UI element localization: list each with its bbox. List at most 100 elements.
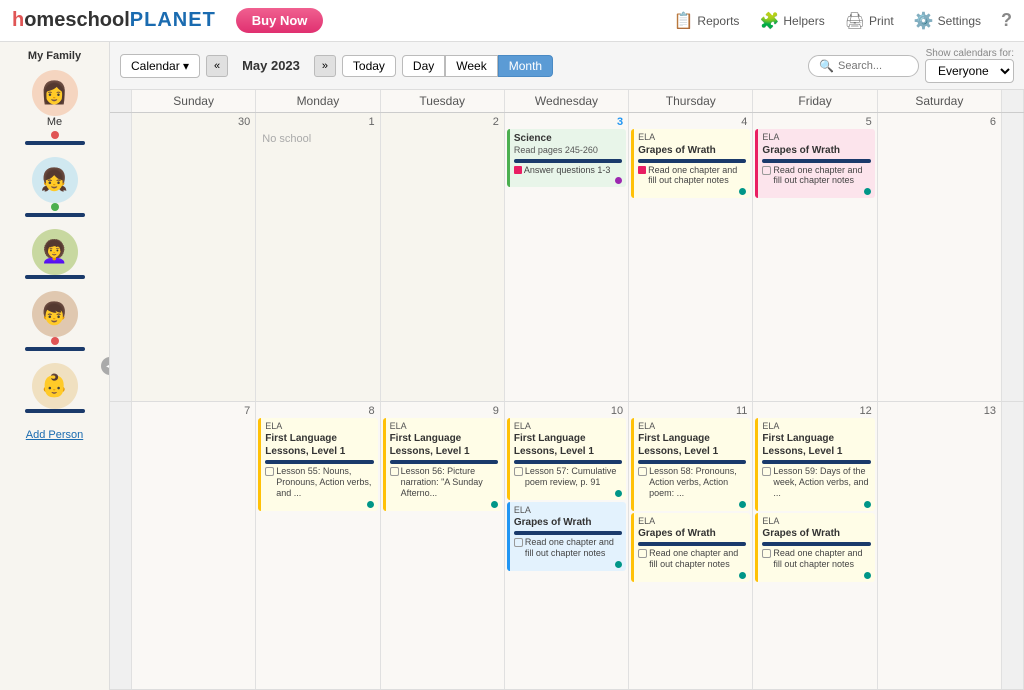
- event-fll-may12[interactable]: ELA First Language Lessons, Level 1 Less…: [755, 418, 874, 511]
- calendar-dropdown[interactable]: Calendar ▾: [120, 54, 200, 78]
- header-sunday: Sunday: [132, 90, 256, 112]
- cal-cell-may7[interactable]: 7: [132, 402, 256, 690]
- day-num-may4: 4: [631, 115, 750, 129]
- event-checkbox-gow-may10[interactable]: [514, 538, 523, 547]
- event-fll-may9[interactable]: ELA First Language Lessons, Level 1 Less…: [383, 418, 502, 511]
- cal-cell-may9[interactable]: 9 ELA First Language Lessons, Level 1 Le…: [381, 402, 505, 690]
- family-member-4[interactable]: 👦: [6, 291, 103, 355]
- member-dot-4: [51, 337, 59, 345]
- header: homeschoolPLANET Buy Now 📋 Reports 🧩 Hel…: [0, 0, 1024, 42]
- avatar-3: 👩‍🦱: [32, 229, 78, 275]
- event-subject-fll-may10: ELA: [514, 421, 622, 433]
- member-bar-3: [25, 275, 85, 279]
- main-layout: ◀ My Family 👩 Me 👧 👩‍🦱 👦 👶: [0, 42, 1024, 690]
- header-thursday: Thursday: [629, 90, 753, 112]
- event-task-text-fll-may10: Lesson 57: Cumulative poem review, p. 91: [525, 466, 622, 488]
- event-task-text-fll-may8: Lesson 55: Nouns, Pronouns, Action verbs…: [276, 466, 373, 498]
- event-dot-may4: [739, 188, 746, 195]
- event-checkbox-fll-may10[interactable]: [514, 467, 523, 476]
- reports-label: Reports: [697, 14, 739, 28]
- everyone-select[interactable]: Everyone: [925, 59, 1014, 83]
- show-calendars-label: Show calendars for:: [926, 48, 1014, 59]
- event-checkbox-may5[interactable]: [762, 166, 771, 175]
- event-checkbox-fll-may9[interactable]: [390, 467, 399, 476]
- family-member-2[interactable]: 👧: [6, 157, 103, 221]
- event-fll-may10[interactable]: ELA First Language Lessons, Level 1 Less…: [507, 418, 626, 500]
- event-science-may3[interactable]: Science Read pages 245-260 Answer questi…: [507, 129, 626, 187]
- search-box[interactable]: 🔍: [808, 55, 919, 77]
- event-gow-may10[interactable]: ELA Grapes of Wrath Read one chapter and…: [507, 502, 626, 571]
- cal-cell-may12[interactable]: 12 ELA First Language Lessons, Level 1 L…: [753, 402, 877, 690]
- cal-cell-may1[interactable]: 1 No school: [256, 113, 380, 401]
- event-checkbox-fll-may11[interactable]: [638, 467, 647, 476]
- family-member-3[interactable]: 👩‍🦱: [6, 229, 103, 283]
- event-ela-may4[interactable]: ELA Grapes of Wrath Read one chapter and…: [631, 129, 750, 198]
- event-task-text-fll-may11: Lesson 58: Pronouns, Action verbs, Actio…: [649, 466, 746, 498]
- family-member-me[interactable]: 👩 Me: [6, 70, 103, 149]
- day-num-may2: 2: [383, 115, 502, 129]
- event-gow-may11[interactable]: ELA Grapes of Wrath Read one chapter and…: [631, 513, 750, 582]
- helpers-nav[interactable]: 🧩 Helpers: [759, 11, 824, 31]
- settings-label: Settings: [938, 14, 981, 28]
- buy-now-button[interactable]: Buy Now: [236, 8, 324, 33]
- event-checkbox-gow-may11[interactable]: [638, 549, 647, 558]
- corner-right-2: [1002, 402, 1024, 690]
- reports-nav[interactable]: 📋 Reports: [673, 11, 739, 31]
- member-dot-me: [51, 131, 59, 139]
- prev-button[interactable]: «: [206, 55, 228, 77]
- settings-nav[interactable]: ⚙️ Settings: [914, 11, 981, 31]
- week-num-1: [110, 113, 132, 401]
- event-bar-fll-may8: [265, 460, 373, 464]
- cal-cell-may4[interactable]: 4 ELA Grapes of Wrath Read one chapter a…: [629, 113, 753, 401]
- event-dot-fll-may12: [864, 501, 871, 508]
- event-checkbox-fll-may12[interactable]: [762, 467, 771, 476]
- no-school-label: No school: [258, 129, 377, 149]
- event-subject-fll-may9: ELA: [390, 421, 498, 433]
- header-monday: Monday: [256, 90, 380, 112]
- cal-row-2: 7 8 ELA First Language Lessons, Level 1 …: [110, 402, 1024, 690]
- cal-cell-may10[interactable]: 10 ELA First Language Lessons, Level 1 L…: [505, 402, 629, 690]
- print-nav[interactable]: 🖨 Print: [845, 11, 894, 31]
- event-task-text-gow-may10: Read one chapter and fill out chapter no…: [525, 537, 622, 559]
- day-view-button[interactable]: Day: [402, 55, 445, 77]
- help-button[interactable]: ?: [1001, 10, 1012, 31]
- event-task-text-may5: Read one chapter and fill out chapter no…: [773, 165, 870, 187]
- event-checkbox-gow-may12[interactable]: [762, 549, 771, 558]
- cal-cell-may13[interactable]: 13: [878, 402, 1002, 690]
- day-headers: Sunday Monday Tuesday Wednesday Thursday…: [110, 90, 1024, 113]
- cal-cell-may3[interactable]: 3 Science Read pages 245-260 Answer ques…: [505, 113, 629, 401]
- month-view-button[interactable]: Month: [498, 55, 553, 77]
- cal-cell-may6[interactable]: 6: [878, 113, 1002, 401]
- event-task-fll-may10: Lesson 57: Cumulative poem review, p. 91: [514, 466, 622, 488]
- event-ela-may5[interactable]: ELA Grapes of Wrath Read one chapter and…: [755, 129, 874, 198]
- cal-cell-may8[interactable]: 8 ELA First Language Lessons, Level 1 Le…: [256, 402, 380, 690]
- cal-cell-apr30[interactable]: 30: [132, 113, 256, 401]
- logo: homeschoolPLANET: [12, 9, 216, 32]
- week-view-button[interactable]: Week: [445, 55, 497, 77]
- event-title-gow-may12: Grapes of Wrath: [762, 527, 870, 540]
- next-button[interactable]: »: [314, 55, 336, 77]
- header-saturday: Saturday: [878, 90, 1002, 112]
- event-dot-fll-may9: [491, 501, 498, 508]
- search-input[interactable]: [838, 60, 908, 72]
- event-gow-may12[interactable]: ELA Grapes of Wrath Read one chapter and…: [755, 513, 874, 582]
- cal-cell-may11[interactable]: 11 ELA First Language Lessons, Level 1 L…: [629, 402, 753, 690]
- day-num-may8: 8: [258, 404, 377, 418]
- today-button[interactable]: Today: [342, 55, 396, 77]
- event-fll-may11[interactable]: ELA First Language Lessons, Level 1 Less…: [631, 418, 750, 511]
- helpers-icon: 🧩: [759, 11, 779, 31]
- event-bar-may5: [762, 159, 870, 163]
- event-checkbox-fll-may8[interactable]: [265, 467, 274, 476]
- event-subject-fll-may12: ELA: [762, 421, 870, 433]
- logo-planet: PLANET: [130, 9, 216, 32]
- cal-cell-may5[interactable]: 5 ELA Grapes of Wrath Read one chapter a…: [753, 113, 877, 401]
- family-member-5[interactable]: 👶: [6, 363, 103, 417]
- avatar-4: 👦: [32, 291, 78, 337]
- day-num-may12: 12: [755, 404, 874, 418]
- event-footer-science: [514, 175, 622, 184]
- event-fll-may8[interactable]: ELA First Language Lessons, Level 1 Less…: [258, 418, 377, 511]
- week-num-2: [110, 402, 132, 690]
- event-task-fll-may11: Lesson 58: Pronouns, Action verbs, Actio…: [638, 466, 746, 498]
- cal-cell-may2[interactable]: 2: [381, 113, 505, 401]
- add-person-link[interactable]: Add Person: [26, 429, 83, 441]
